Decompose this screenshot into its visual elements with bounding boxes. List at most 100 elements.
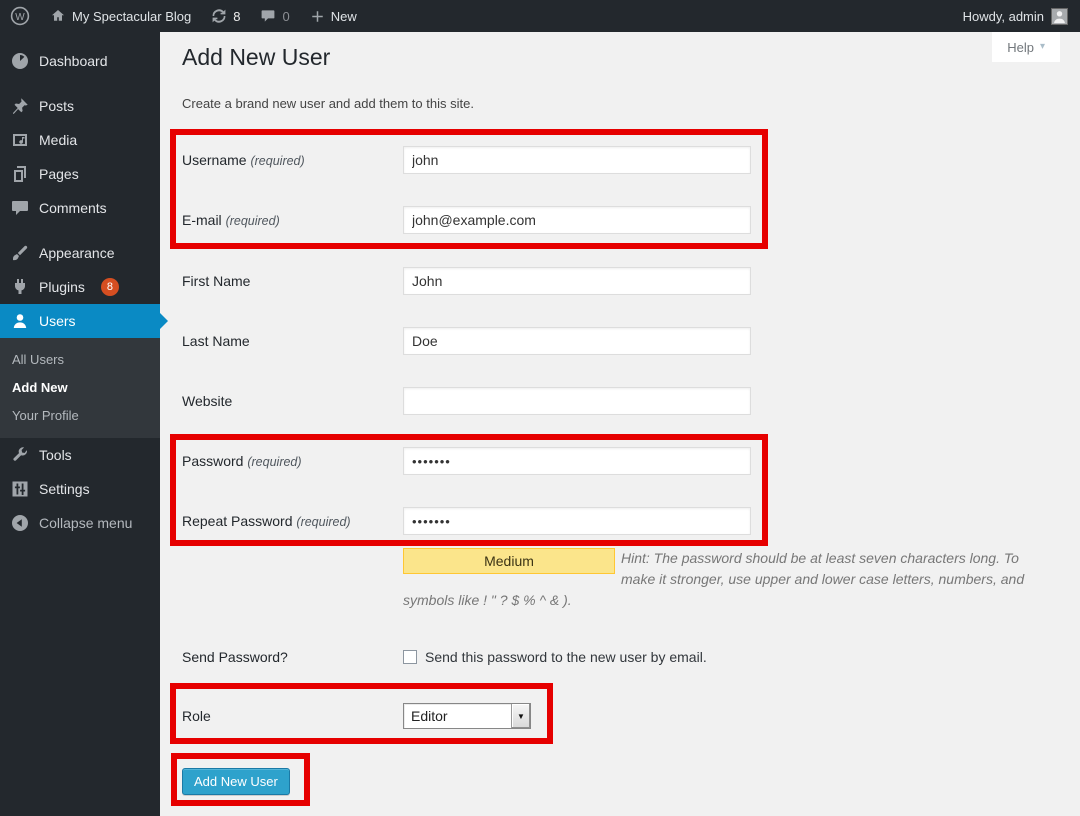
- sidebar-item-label: Tools: [39, 447, 72, 463]
- send-password-label: Send Password?: [160, 649, 403, 665]
- new-content-menu[interactable]: New: [300, 0, 367, 32]
- send-password-checkbox-label[interactable]: Send this password to the new user by em…: [425, 649, 707, 665]
- appearance-icon: [10, 243, 30, 263]
- sidebar-item-label: Dashboard: [39, 53, 108, 69]
- sidebar-item-label: Media: [39, 132, 77, 148]
- first-name-input[interactable]: [403, 267, 751, 295]
- submenu-item-your-profile[interactable]: Your Profile: [0, 401, 160, 429]
- send-password-checkbox[interactable]: [403, 650, 417, 664]
- email-input[interactable]: [403, 206, 751, 234]
- pushpin-icon: [10, 96, 30, 116]
- help-button[interactable]: Help ▾: [992, 32, 1060, 62]
- plugin-icon: [10, 277, 30, 297]
- admin-sidebar: Dashboard Posts Media Pages Comments App…: [0, 32, 160, 816]
- sidebar-item-label: Plugins: [39, 279, 85, 295]
- required-note: (required): [296, 515, 350, 529]
- update-count: 8: [233, 9, 240, 24]
- last-name-row: Last Name: [160, 327, 751, 355]
- first-name-label: First Name: [160, 273, 403, 289]
- comments-link[interactable]: 0: [250, 0, 299, 32]
- plugins-update-badge: 8: [101, 278, 119, 296]
- update-icon: [211, 8, 227, 24]
- sidebar-item-plugins[interactable]: Plugins 8: [0, 270, 160, 304]
- pages-icon: [10, 164, 30, 184]
- website-row: Website: [160, 387, 751, 415]
- admin-bar: W My Spectacular Blog 8 0 New Howdy, adm…: [0, 0, 1080, 32]
- last-name-input[interactable]: [403, 327, 751, 355]
- password-strength-cell: Medium Hint: The password should be at l…: [403, 548, 1048, 611]
- sidebar-item-label: Collapse menu: [39, 515, 132, 531]
- updates-link[interactable]: 8: [201, 0, 250, 32]
- site-name-link[interactable]: My Spectacular Blog: [40, 0, 201, 32]
- wordpress-logo-icon: W: [10, 6, 30, 26]
- tools-icon: [10, 445, 30, 465]
- dashboard-icon: [10, 51, 30, 71]
- password-input[interactable]: [403, 447, 751, 475]
- password-row: Password (required): [160, 447, 751, 475]
- role-selected-value: Editor: [404, 704, 511, 728]
- sidebar-item-label: Appearance: [39, 245, 115, 261]
- add-new-user-button[interactable]: Add New User: [182, 768, 290, 795]
- media-icon: [10, 130, 30, 150]
- role-select[interactable]: Editor ▼: [403, 703, 531, 729]
- chevron-down-icon: ▾: [1040, 42, 1045, 52]
- svg-text:W: W: [15, 12, 25, 23]
- role-row: Role Editor ▼: [160, 702, 531, 730]
- sidebar-item-dashboard[interactable]: Dashboard: [0, 44, 160, 78]
- sidebar-item-label: Settings: [39, 481, 90, 497]
- sidebar-item-media[interactable]: Media: [0, 123, 160, 157]
- dropdown-arrow-icon: ▼: [511, 704, 530, 728]
- sidebar-item-pages[interactable]: Pages: [0, 157, 160, 191]
- first-name-row: First Name: [160, 267, 751, 295]
- last-name-label: Last Name: [160, 333, 403, 349]
- submenu-item-all-users[interactable]: All Users: [0, 345, 160, 373]
- sidebar-item-label: Posts: [39, 98, 74, 114]
- users-submenu: All Users Add New Your Profile: [0, 338, 160, 438]
- username-input[interactable]: [403, 146, 751, 174]
- home-icon: [50, 8, 66, 24]
- sidebar-item-settings[interactable]: Settings: [0, 472, 160, 506]
- sidebar-item-label: Comments: [39, 200, 107, 216]
- repeat-password-row: Repeat Password (required): [160, 507, 751, 535]
- users-icon: [10, 311, 30, 331]
- collapse-arrow-icon: [10, 513, 30, 533]
- required-note: (required): [250, 154, 304, 168]
- sidebar-item-collapse-menu[interactable]: Collapse menu: [0, 506, 160, 540]
- wordpress-logo-menu[interactable]: W: [0, 0, 40, 32]
- sidebar-item-tools[interactable]: Tools: [0, 438, 160, 472]
- account-menu[interactable]: Howdy, admin: [963, 0, 1080, 32]
- howdy-label: Howdy, admin: [963, 9, 1044, 24]
- send-password-row: Send Password? Send this password to the…: [160, 643, 707, 671]
- submenu-item-add-new[interactable]: Add New: [0, 373, 160, 401]
- sidebar-item-posts[interactable]: Posts: [0, 89, 160, 123]
- site-name-label: My Spectacular Blog: [72, 9, 191, 24]
- sidebar-item-comments[interactable]: Comments: [0, 191, 160, 225]
- page-subtitle: Create a brand new user and add them to …: [182, 96, 474, 111]
- required-note: (required): [226, 214, 280, 228]
- page-title: Add New User: [182, 44, 330, 71]
- sidebar-item-appearance[interactable]: Appearance: [0, 236, 160, 270]
- comment-count: 0: [282, 9, 289, 24]
- website-label: Website: [160, 393, 403, 409]
- sidebar-item-users[interactable]: Users: [0, 304, 160, 338]
- sidebar-item-label: Users: [39, 313, 76, 329]
- password-strength-meter: Medium: [403, 548, 615, 574]
- help-label: Help: [1007, 40, 1034, 55]
- sidebar-item-label: Pages: [39, 166, 79, 182]
- repeat-password-input[interactable]: [403, 507, 751, 535]
- comments-icon: [10, 198, 30, 218]
- new-label: New: [331, 9, 357, 24]
- role-label: Role: [160, 708, 403, 724]
- username-label: Username (required): [160, 152, 403, 168]
- required-note: (required): [247, 455, 301, 469]
- main-content: Help ▾ Add New User Create a brand new u…: [160, 32, 1080, 816]
- username-row: Username (required): [160, 146, 751, 174]
- repeat-password-label: Repeat Password (required): [160, 513, 403, 529]
- settings-icon: [10, 479, 30, 499]
- email-label: E-mail (required): [160, 212, 403, 228]
- avatar: [1051, 8, 1068, 25]
- comment-bubble-icon: [260, 8, 276, 24]
- password-label: Password (required): [160, 453, 403, 469]
- website-input[interactable]: [403, 387, 751, 415]
- email-row: E-mail (required): [160, 206, 751, 234]
